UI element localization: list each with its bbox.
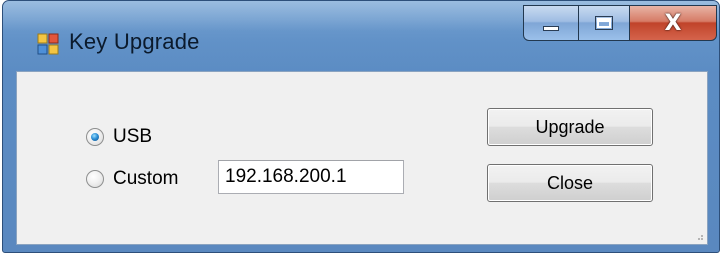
minimize-icon (543, 25, 559, 31)
key-upgrade-window: Key Upgrade X USB Custom Upgrade Close (2, 0, 720, 253)
resize-grip-icon[interactable] (694, 231, 704, 241)
minimize-button[interactable] (523, 5, 579, 41)
usb-radio-label[interactable]: USB (113, 126, 152, 148)
close-icon: X (664, 10, 682, 36)
dialog-client-area: USB Custom Upgrade Close (16, 71, 708, 245)
windows-form-icon (37, 33, 59, 55)
upgrade-button[interactable]: Upgrade (487, 108, 653, 146)
close-button[interactable]: Close (487, 164, 653, 202)
maximize-icon (595, 16, 613, 30)
window-title: Key Upgrade (69, 29, 200, 54)
close-window-button[interactable]: X (629, 5, 717, 41)
custom-radio-label[interactable]: Custom (113, 168, 178, 190)
custom-address-input[interactable] (218, 160, 404, 194)
maximize-button[interactable] (578, 5, 630, 41)
custom-radio[interactable] (86, 170, 104, 188)
usb-radio[interactable] (86, 128, 104, 146)
